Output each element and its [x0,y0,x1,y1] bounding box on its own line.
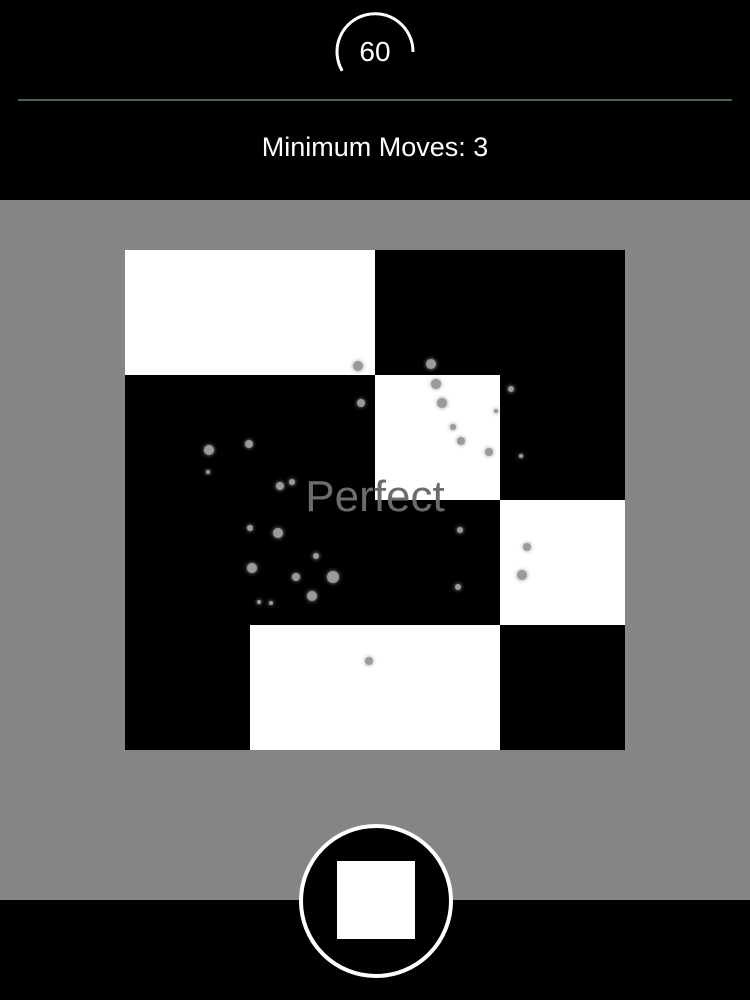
board-cell[interactable] [125,375,250,500]
minimum-moves-label: Minimum Moves: 3 [261,132,489,162]
particle-dot [206,470,210,474]
board-cell[interactable] [375,500,500,625]
board-cell[interactable] [375,625,500,750]
particle-dot [426,359,436,369]
particle-dot [450,424,456,430]
timer-value: 60 [359,36,391,67]
particle-dot [269,601,273,605]
game-screen: 60 Minimum Moves: 3 Perfect [0,0,750,1000]
particle-dot [289,479,295,485]
particle-dot [517,570,527,580]
particle-dot [357,399,365,407]
board-cell[interactable] [500,375,625,500]
particle-dot [245,440,253,448]
board-cell[interactable] [250,250,375,375]
particle-dot [455,584,461,590]
particle-dot [353,361,363,371]
particle-dot [273,528,283,538]
board-cell[interactable] [125,625,250,750]
timer: 60 [331,8,419,96]
board-cell[interactable] [500,500,625,625]
particle-dot [327,571,339,583]
particle-dot [523,543,531,551]
particle-dot [437,398,447,408]
particle-dot [204,445,214,455]
particle-dot [508,386,514,392]
square-icon [337,861,415,939]
board-cell[interactable] [125,500,250,625]
puzzle-board: Perfect [125,250,625,750]
board-cell[interactable] [250,625,375,750]
header-divider [18,99,732,101]
particle-dot [457,527,463,533]
particle-dot [247,525,253,531]
board-cell[interactable] [500,250,625,375]
particle-dot [247,563,257,573]
particle-dot [431,379,441,389]
particle-dot [519,454,523,458]
particle-dot [292,573,300,581]
particle-dot [457,437,465,445]
action-button[interactable] [299,824,453,978]
board-cell[interactable] [375,375,500,500]
particle-dot [276,482,284,490]
particle-dot [307,591,317,601]
play-area: Perfect [0,200,750,900]
particle-dot [494,409,498,413]
header-bar: 60 Minimum Moves: 3 [0,0,750,200]
board-cell[interactable] [125,250,250,375]
particle-dot [365,657,373,665]
particle-dot [313,553,319,559]
board-cell[interactable] [500,625,625,750]
particle-dot [257,600,261,604]
board-cell[interactable] [250,500,375,625]
particle-dot [485,448,493,456]
board-cell[interactable] [375,250,500,375]
board-cell[interactable] [250,375,375,500]
